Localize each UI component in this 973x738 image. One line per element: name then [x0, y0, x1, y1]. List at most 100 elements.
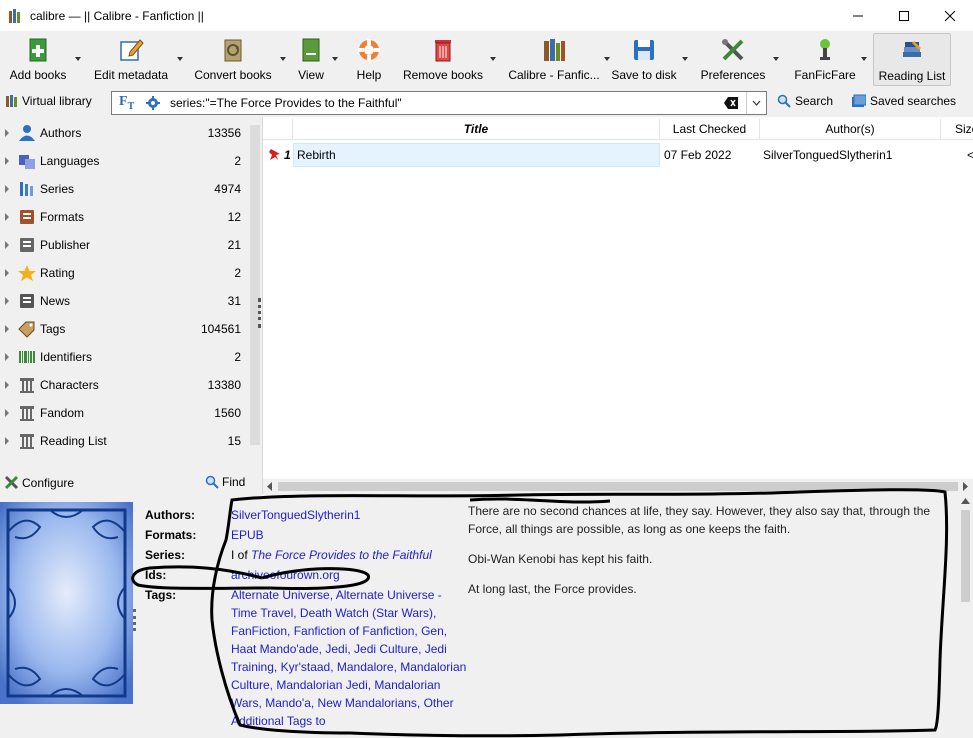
save-to-disk-dropdown[interactable]: [682, 57, 688, 61]
formats-icon: [20, 210, 34, 224]
window-title: calibre — || Calibre - Fanfiction ||: [30, 8, 204, 23]
book-list: Title Last Checked Author(s) Size 1 Rebi…: [262, 117, 973, 494]
add-books-dropdown[interactable]: [75, 57, 81, 61]
tag-browser-item-count: 21: [227, 238, 241, 252]
tag-browser-item-label: Series: [40, 182, 75, 196]
convert-books-icon: [224, 39, 242, 62]
cover-splitter[interactable]: [133, 609, 136, 631]
tag-browser-item-identifiers[interactable]: Identifiers 2: [0, 343, 248, 371]
virtual-library-button[interactable]: Virtual library: [6, 94, 92, 108]
trash-icon: [435, 40, 451, 62]
view-book-icon: [302, 38, 320, 62]
ids-link[interactable]: archiveofourown.org: [231, 568, 340, 582]
gear-icon[interactable]: [146, 96, 160, 110]
tag-browser-item-publisher[interactable]: Publisher 21: [0, 231, 248, 259]
maximize-button[interactable]: [881, 0, 927, 31]
save-to-disk-button[interactable]: Save to disk: [610, 33, 678, 86]
add-books-button[interactable]: Add books: [6, 33, 70, 86]
reading-list-button[interactable]: Reading List: [873, 33, 951, 86]
edit-metadata-dropdown[interactable]: [177, 57, 183, 61]
minimize-button[interactable]: [835, 0, 881, 31]
expand-arrow-icon[interactable]: [5, 409, 9, 417]
remove-books-dropdown[interactable]: [490, 57, 496, 61]
fanficfare-button[interactable]: FanFicFare: [794, 33, 856, 86]
close-icon: [944, 10, 956, 21]
tag-browser-item-authors[interactable]: Authors 13356: [0, 119, 248, 147]
convert-books-dropdown[interactable]: [280, 57, 286, 61]
column-header-title[interactable]: Title: [293, 119, 660, 140]
search-box[interactable]: FT: [111, 91, 767, 115]
tag-browser-item-rating[interactable]: Rating 2: [0, 259, 248, 287]
expand-arrow-icon[interactable]: [5, 269, 9, 277]
scrollbar-thumb[interactable]: [250, 125, 260, 445]
tags-label: Tags:: [145, 588, 177, 602]
tag-browser-item-series[interactable]: Series 4974: [0, 175, 248, 203]
full-text-search-icon[interactable]: FT: [119, 94, 134, 112]
close-button[interactable]: [927, 0, 973, 31]
edit-metadata-button[interactable]: Edit metadata: [90, 33, 172, 86]
search-button[interactable]: Search: [777, 94, 833, 108]
book-cover[interactable]: [0, 502, 133, 704]
saved-searches-button[interactable]: Saved searches: [852, 94, 956, 108]
tools-icon: [722, 39, 744, 61]
expand-arrow-icon[interactable]: [5, 381, 9, 389]
column-header-authors[interactable]: Author(s): [760, 119, 941, 140]
scrollbar-thumb[interactable]: [278, 482, 958, 491]
tag-browser-item-formats[interactable]: Formats 12: [0, 203, 248, 231]
expand-arrow-icon[interactable]: [5, 297, 9, 305]
column-header-last-checked[interactable]: Last Checked: [660, 119, 760, 140]
remove-books-button[interactable]: Remove books: [401, 33, 485, 86]
column-header-size[interactable]: Size: [941, 119, 973, 140]
tag-browser-scrollbar[interactable]: [248, 119, 262, 464]
clear-search-icon[interactable]: [724, 97, 738, 109]
tag-browser: Authors 13356 Languages 2 Series 4974 Formats 1…: [0, 117, 262, 495]
tag-browser-item-label: Authors: [40, 126, 82, 140]
column-icon: [20, 434, 34, 449]
help-button[interactable]: Help: [352, 33, 386, 86]
expand-arrow-icon[interactable]: [5, 241, 9, 249]
tags-links[interactable]: Alternate Universe, Alternate Universe -…: [231, 586, 467, 730]
view-dropdown[interactable]: [332, 57, 338, 61]
tag-browser-item-fandom[interactable]: Fandom 1560: [0, 399, 248, 427]
search-history-dropdown[interactable]: [746, 92, 766, 114]
expand-arrow-icon[interactable]: [5, 185, 9, 193]
expand-arrow-icon[interactable]: [5, 325, 9, 333]
configure-tools-icon: [4, 475, 19, 490]
configure-button[interactable]: Configure: [4, 475, 74, 490]
authors-link[interactable]: SilverTonguedSlytherin1: [231, 508, 360, 522]
tag-browser-item-news[interactable]: News 31: [0, 287, 248, 315]
details-scrollbar[interactable]: [958, 494, 973, 738]
book-list-horizontal-scrollbar[interactable]: [263, 479, 973, 494]
table-row[interactable]: 1 Rebirth 07 Feb 2022 SilverTonguedSlyth…: [263, 143, 973, 167]
preferences-dropdown[interactable]: [773, 57, 779, 61]
library-button[interactable]: Calibre - Fanfic...: [506, 33, 602, 86]
tag-browser-splitter[interactable]: [258, 298, 261, 328]
tag-browser-item-languages[interactable]: Languages 2: [0, 147, 248, 175]
expand-arrow-icon[interactable]: [5, 437, 9, 445]
series-icon: [20, 182, 33, 196]
fanficfare-dropdown[interactable]: [861, 57, 867, 61]
tag-browser-item-label: Characters: [40, 378, 99, 392]
search-input[interactable]: [170, 95, 720, 111]
tag-browser-item-label: Languages: [40, 154, 100, 168]
main-toolbar: Add books Edit metadata Convert books Vi…: [0, 31, 973, 88]
scrollbar-thumb[interactable]: [961, 510, 970, 602]
chevron-down-icon: [752, 100, 761, 106]
convert-books-button[interactable]: Convert books: [192, 33, 274, 86]
expand-arrow-icon[interactable]: [5, 129, 9, 137]
tag-browser-item-tags[interactable]: Tags 104561: [0, 315, 248, 343]
preferences-button[interactable]: Preferences: [698, 33, 768, 86]
selected-cell[interactable]: [293, 143, 660, 167]
person-icon: [19, 125, 35, 141]
series-label: Series:: [145, 548, 186, 562]
formats-link[interactable]: EPUB: [231, 528, 264, 542]
series-link[interactable]: The Force Provides to the Faithful: [251, 548, 432, 562]
tag-browser-item-reading-list[interactable]: Reading List 15: [0, 427, 248, 455]
view-button[interactable]: View: [294, 33, 328, 86]
tag-browser-item-characters[interactable]: Characters 13380: [0, 371, 248, 399]
chevron-right-icon: [963, 482, 968, 491]
expand-arrow-icon[interactable]: [5, 157, 9, 165]
find-button[interactable]: Find: [205, 475, 245, 489]
expand-arrow-icon[interactable]: [5, 213, 9, 221]
expand-arrow-icon[interactable]: [5, 353, 9, 361]
